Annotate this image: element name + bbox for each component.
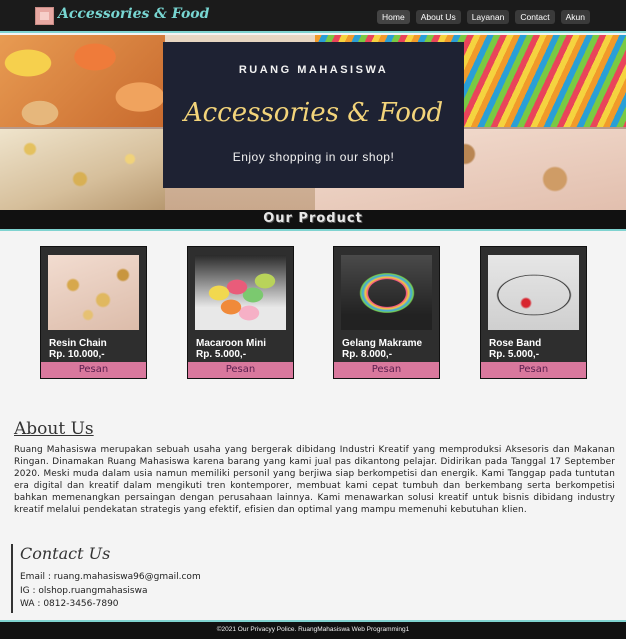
footer: ©2021 Our Privacyy Police. RuangMahasisw… [0, 620, 626, 639]
hero-title-card: RUANG MAHASISWA Accessories & Food Enjoy… [163, 42, 464, 188]
order-button[interactable]: Pesan [334, 362, 439, 378]
order-button[interactable]: Pesan [481, 362, 586, 378]
image-icon[interactable] [35, 7, 54, 25]
about-text: Ruang Mahasiswa merupakan sebuah usaha y… [14, 445, 615, 515]
nav-home[interactable]: Home [377, 10, 410, 24]
product-card: Rose Band Rp. 5.000,- Pesan [480, 246, 587, 379]
product-card: Resin Chain Rp. 10.000,- Pesan [40, 246, 147, 379]
nav-akun[interactable]: Akun [560, 10, 590, 24]
order-button[interactable]: Pesan [188, 362, 293, 378]
product-section-header: Our Product [0, 210, 626, 231]
product-card: Gelang Makrame Rp. 8.000,- Pesan [333, 246, 440, 379]
contact-title: Contact Us [20, 544, 111, 563]
navbar: Accessories & Food Home About Us Layanan… [0, 0, 626, 33]
nav-about-us[interactable]: About Us [415, 10, 461, 24]
product-price: Rp. 5.000,- [196, 349, 247, 360]
product-card: Macaroon Mini Rp. 5.000,- Pesan [187, 246, 294, 379]
hero-chain-photo [0, 129, 165, 210]
about-title: About Us [14, 419, 94, 439]
product-list: Resin Chain Rp. 10.000,- Pesan Macaroon … [0, 246, 626, 380]
contact-whatsapp: WA : 0812-3456-7890 [20, 599, 119, 609]
product-image [341, 255, 432, 330]
hero-eyebrow: RUANG MAHASISWA [238, 64, 389, 76]
footer-text: ©2021 Our Privacyy Police. RuangMahasisw… [216, 626, 410, 633]
product-name: Gelang Makrame [342, 338, 423, 349]
nav-contact[interactable]: Contact [515, 10, 555, 24]
product-price: Rp. 8.000,- [342, 349, 393, 360]
product-price: Rp. 5.000,- [489, 349, 540, 360]
brand-name[interactable]: Accessories & Food [58, 6, 209, 22]
hero-subtitle: Enjoy shopping in our shop! [232, 150, 395, 164]
product-price: Rp. 10.000,- [49, 349, 105, 360]
hero-title: Accessories & Food [183, 98, 444, 128]
contact-section: Contact Us Email : ruang.mahasiswa96@gma… [11, 544, 615, 613]
product-name: Rose Band [489, 338, 542, 349]
nav-layanan[interactable]: Layanan [466, 10, 510, 24]
contact-email: Email : ruang.mahasiswa96@gmail.com [20, 572, 201, 582]
product-image [195, 255, 286, 330]
order-button[interactable]: Pesan [41, 362, 146, 378]
nav-menu: Home About Us Layanan Contact Akun [377, 10, 590, 24]
product-image [48, 255, 139, 330]
contact-instagram: IG : olshop.ruangmahasiswa [20, 586, 148, 596]
product-image [488, 255, 579, 330]
product-section-title: Our Product [263, 211, 363, 226]
hero-macaroon-photo [0, 35, 165, 127]
product-name: Resin Chain [49, 338, 107, 349]
product-name: Macaroon Mini [196, 338, 267, 349]
